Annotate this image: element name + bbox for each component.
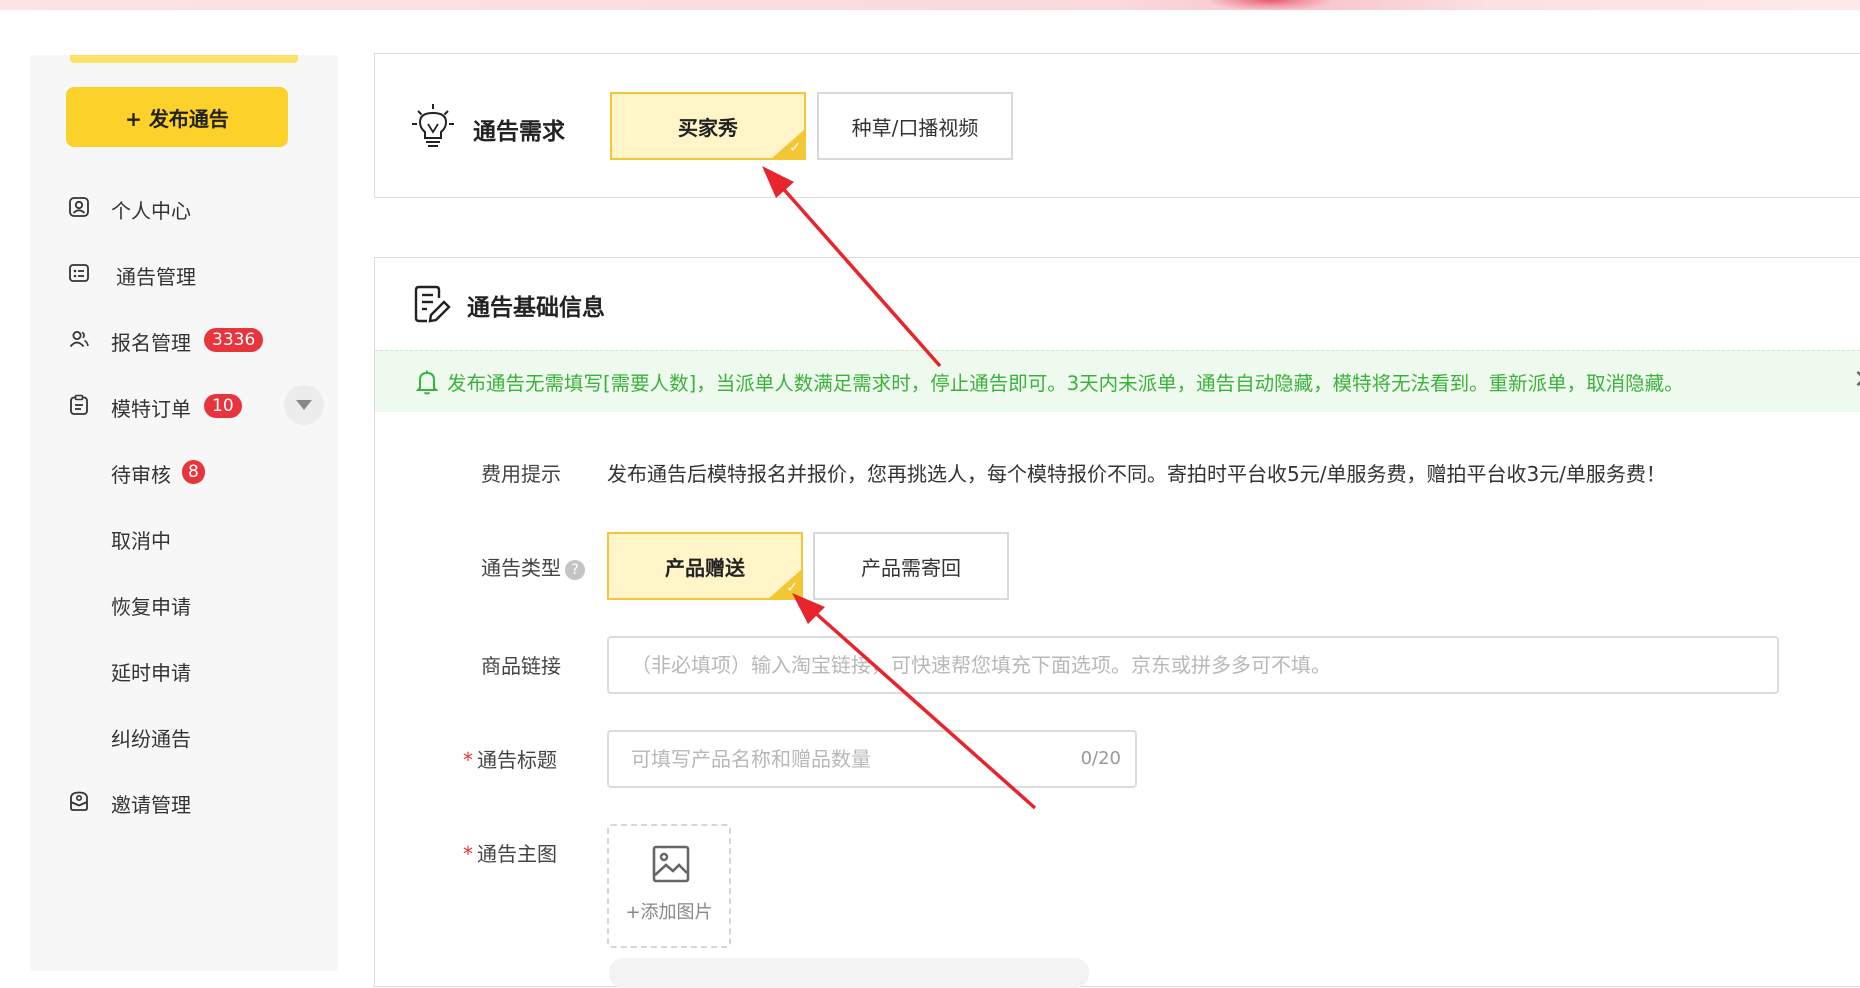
close-icon[interactable]: ✕ (1853, 365, 1860, 395)
sidebar-item-label: 取消中 (111, 529, 171, 553)
required-mark: * (463, 842, 473, 866)
check-icon: ✓ (786, 580, 798, 596)
banner-decoration (1210, 0, 1330, 10)
sidebar-item-label: 报名管理 (111, 331, 191, 355)
fee-label: 费用提示 (481, 462, 561, 486)
title-label-text: 通告标题 (477, 748, 557, 772)
option-product-return[interactable]: 产品需寄回 (813, 532, 1009, 600)
requirement-card: 通告需求 买家秀 ✓ 种草/口播视频 (374, 53, 1860, 198)
required-mark: * (463, 748, 473, 772)
sidebar-item-signup-management[interactable]: 报名管理 3336 (30, 319, 338, 359)
image-label: * 通告主图 (463, 838, 557, 867)
sidebar-item-label: 模特订单 (111, 397, 191, 421)
type-label-text: 通告类型 (481, 556, 561, 580)
top-banner-strip (0, 0, 1860, 10)
order-count-badge: 10 (204, 394, 242, 418)
notice-title-input-box: 0/20 (607, 730, 1137, 788)
title-label: * 通告标题 (463, 744, 557, 773)
requirement-title: 通告需求 (473, 119, 565, 145)
list-icon (69, 264, 89, 282)
product-link-input-box (607, 636, 1779, 694)
sidebar-item-pending-review[interactable]: 待审核 8 (30, 451, 338, 491)
type-label: 通告类型? (481, 552, 585, 581)
lightbulb-icon (412, 104, 454, 147)
add-image-upload[interactable]: +添加图片 (607, 824, 731, 948)
form-edit-icon (414, 285, 451, 323)
user-icon (69, 197, 89, 217)
bell-icon (415, 370, 439, 395)
basic-info-card: 通告基础信息 发布通告无需填写[需要人数]，当派单人数满足需求时，停止通告即可。… (374, 257, 1860, 988)
publish-notice-button[interactable]: + 发布通告 (66, 87, 288, 147)
add-image-label: +添加图片 (625, 902, 713, 923)
product-link-input[interactable] (609, 638, 1777, 692)
invite-icon (70, 791, 88, 811)
title-char-counter: 0/20 (1080, 748, 1121, 769)
option-label: 买家秀 (678, 115, 738, 140)
sidebar-item-label: 纠纷通告 (111, 727, 191, 751)
notice-title-input[interactable] (609, 732, 1135, 786)
link-label: 商品链接 (481, 654, 561, 678)
notice-text: 发布通告无需填写[需要人数]，当派单人数满足需求时，停止通告即可。3天内未派单，… (447, 372, 1684, 395)
sidebar-item-personal-center[interactable]: 个人中心 (30, 187, 338, 227)
check-icon: ✓ (789, 140, 801, 156)
sidebar-item-delay-request[interactable]: 延时申请 (30, 649, 338, 689)
sidebar-item-label: 个人中心 (111, 199, 191, 223)
sidebar: + 发布通告 个人中心 通告管理 报名管理 3336 模特订单 10 待审核 8… (30, 55, 338, 971)
sidebar-item-notice-management[interactable]: 通告管理 (30, 253, 338, 293)
option-product-gift[interactable]: 产品赠送 ✓ (607, 532, 803, 600)
sidebar-item-label: 延时申请 (111, 661, 191, 685)
sidebar-item-label: 恢复申请 (111, 595, 191, 619)
sidebar-item-dispute-notice[interactable]: 纠纷通告 (30, 715, 338, 755)
image-tip-bar (609, 958, 1089, 988)
image-icon (652, 845, 690, 883)
sidebar-item-label: 待审核 (111, 463, 171, 487)
pending-count-badge: 8 (182, 460, 205, 484)
option-grass-video[interactable]: 种草/口播视频 (817, 92, 1013, 160)
sidebar-item-cancelling[interactable]: 取消中 (30, 517, 338, 557)
option-label: 种草/口播视频 (851, 115, 979, 140)
help-icon[interactable]: ? (565, 559, 585, 580)
option-label: 产品需寄回 (861, 555, 961, 580)
option-label: 产品赠送 (665, 555, 745, 580)
notice-banner: 发布通告无需填写[需要人数]，当派单人数满足需求时，停止通告即可。3天内未派单，… (375, 350, 1860, 412)
sidebar-item-restore-request[interactable]: 恢复申请 (30, 583, 338, 623)
clipboard-icon (70, 394, 88, 415)
option-buyer-show[interactable]: 买家秀 ✓ (610, 92, 806, 160)
sidebar-item-model-orders[interactable]: 模特订单 10 (30, 385, 338, 425)
basic-info-title: 通告基础信息 (467, 295, 605, 321)
sidebar-item-label: 邀请管理 (111, 793, 191, 817)
fee-text: 发布通告后模特报名并报价，您再挑选人，每个模特报价不同。寄拍时平台收5元/单服务… (607, 462, 1666, 486)
users-icon (69, 331, 89, 348)
sidebar-top-strip (70, 55, 298, 63)
image-label-text: 通告主图 (477, 842, 557, 866)
expand-toggle[interactable] (284, 385, 324, 425)
sidebar-item-label: 通告管理 (116, 265, 196, 289)
chevron-down-icon (296, 400, 312, 410)
sidebar-item-invite-management[interactable]: 邀请管理 (30, 781, 338, 821)
signup-count-badge: 3336 (204, 328, 264, 352)
